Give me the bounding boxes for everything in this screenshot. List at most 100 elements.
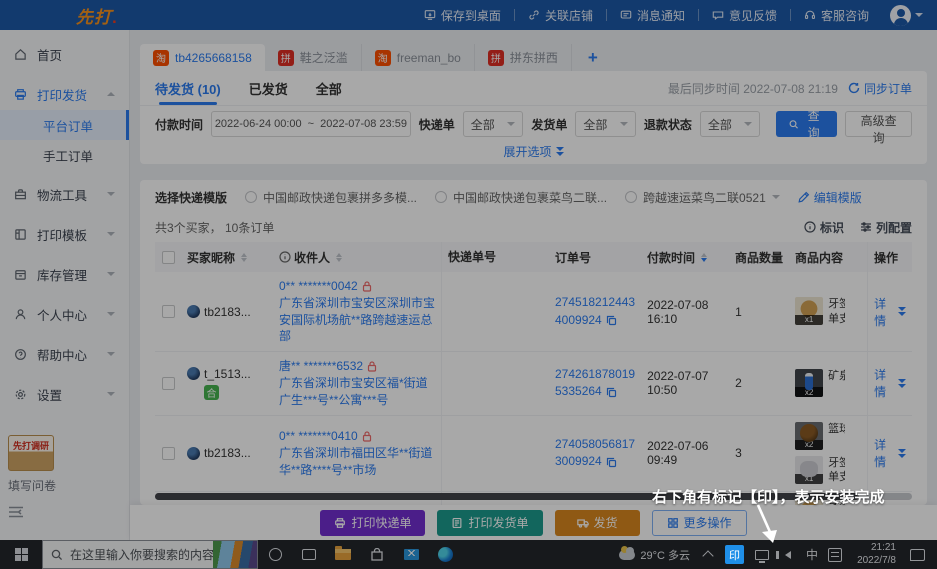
print-dispatch-button[interactable]: 打印发货单 [437,510,542,536]
mail-icon [404,549,419,560]
row-checkbox[interactable] [155,299,181,324]
more-actions-button[interactable]: 更多操作 [652,510,747,536]
avatar-icon [890,5,911,26]
file-explorer-button[interactable] [326,540,360,569]
info-circle-icon [804,221,816,233]
double-chevron-down-icon [898,307,906,316]
toolbox-icon [14,188,27,201]
template-option-1[interactable]: 中国邮政快递包裹菜鸟二联... [435,189,607,206]
search-button[interactable]: 查询 [776,111,837,137]
survey-widget[interactable]: 先打调研 填写问卷 [8,435,118,518]
product-cell: x1 牙签单支 [789,291,867,333]
row-checkbox[interactable] [155,371,181,396]
template-option-0[interactable]: 中国邮政快递包裹拼多多模... [245,189,417,206]
sidebar-item-settings[interactable]: 设置 [0,378,129,410]
sidebar-item-logistics-tools[interactable]: 物流工具 [0,178,129,210]
store-tab-1[interactable]: 拼 鞋之泛滥 [265,44,362,71]
col-tracking-no: 快递单号 [441,242,549,272]
chevron-down-icon [744,122,752,126]
col-buyer[interactable]: 买家昵称 [181,243,273,272]
sidebar-item-personal-center[interactable]: 个人中心 [0,298,129,330]
hidden-icons-chevron[interactable] [702,550,713,561]
topbar-link-stores[interactable]: 关联店铺 [515,0,606,30]
taskbar-clock[interactable]: 21:21 2022/7/8 [847,542,906,567]
buyer-cell: tb2183... [181,440,273,466]
merged-order-badge: 合 [204,385,219,400]
col-payment-time[interactable]: 付款时间 [641,243,729,272]
detail-link[interactable]: 详情 [874,436,906,470]
date-range-input[interactable]: 2022-06-24 00:00 ~ 2022-07-08 23:59 [211,111,411,137]
ime-grid-icon[interactable] [828,548,842,562]
store-tab-2[interactable]: 淘 freeman_bo [362,44,475,71]
edge-button[interactable] [428,540,462,569]
printer-icon [334,517,346,529]
sync-orders-button[interactable]: 同步订单 [848,80,912,97]
search-highlight-image[interactable] [213,541,257,568]
copy-icon[interactable] [606,457,617,468]
gear-icon [14,388,27,401]
topbar-feedback[interactable]: 意见反馈 [699,0,790,30]
sync-icon [848,82,860,94]
refund-status-label: 退款状态 [644,116,692,133]
col-recipient[interactable]: 收件人 [273,243,441,272]
task-view-button[interactable] [292,540,326,569]
store-tab-3[interactable]: 拼 拼东拼西 [475,44,572,71]
order-no-cell: 274261878019 5335264 [549,360,641,407]
tab-pending-ship[interactable]: 待发货 (10) [155,71,221,105]
row-checkbox[interactable] [155,441,181,466]
topbar-support[interactable]: 客服咨询 [791,0,882,30]
sidebar-item-home[interactable]: 首页 [0,38,129,70]
ime-language-indicator[interactable]: 中 [801,546,823,563]
sidebar-item-print-templates[interactable]: 打印模板 [0,218,129,250]
start-button[interactable] [0,540,42,569]
print-component-tray-icon[interactable]: 印 [725,545,744,564]
print-express-button[interactable]: 打印快递单 [320,510,425,536]
topbar-menu: 保存到桌面 关联店铺 消息通知 意见反馈 客服咨询 [411,0,882,30]
detail-link[interactable]: 详情 [874,295,906,329]
microsoft-store-button[interactable] [360,540,394,569]
user-avatar[interactable] [890,5,923,26]
collapse-sidebar-icon[interactable] [8,506,24,518]
topbar-notifications[interactable]: 消息通知 [607,0,698,30]
buyer-cell: t_1513... 合 [181,361,273,406]
taobao-icon: 淘 [375,50,391,66]
copy-icon[interactable] [606,387,617,398]
template-option-2[interactable]: 跨越速运菜鸟二联0521 [625,189,780,206]
refund-status-select[interactable]: 全部 [700,111,761,137]
select-all-checkbox[interactable] [155,245,181,270]
topbar-save-desktop[interactable]: 保存到桌面 [411,0,514,30]
tab-all[interactable]: 全部 [316,71,342,105]
sidebar-item-print-ship[interactable]: 打印发货 [0,78,129,110]
sidebar-item-platform-orders[interactable]: 平台订单 [0,110,129,140]
message-icon [620,9,632,21]
ship-button[interactable]: 发货 [555,510,640,536]
mail-button[interactable] [394,540,428,569]
add-store-button[interactable]: + [572,48,614,68]
expand-options-link[interactable]: 展开选项 [140,142,927,164]
chevron-down-icon [107,192,115,196]
edit-template-link[interactable]: 编辑模版 [798,189,862,206]
advanced-search-button[interactable]: 高级查询 [845,111,912,137]
copy-icon[interactable] [606,315,617,326]
store-tab-0[interactable]: 淘 tb4265668158 [140,44,265,71]
cortana-button[interactable] [258,540,292,569]
sidebar-item-manual-orders[interactable]: 手工订单 [0,140,129,170]
action-center-icon[interactable] [910,549,925,561]
quantity-cell: 3 [729,440,789,466]
mark-link[interactable]: 标识 [804,219,844,236]
question-icon [14,348,27,361]
taskbar-weather[interactable]: 29°C 多云 [611,547,698,563]
column-config-link[interactable]: 列配置 [860,219,912,236]
table-row: tb2183... 0** *******0410 广东省深圳市福田区华**街道… [155,416,912,493]
sidebar-item-inventory[interactable]: 库存管理 [0,258,129,290]
survey-link[interactable]: 填写问卷 [8,477,118,494]
detail-link[interactable]: 详情 [874,366,906,400]
sidebar-item-help-center[interactable]: 帮助中心 [0,338,129,370]
payment-time-cell: 2022-07-07 10:50 [641,363,729,403]
survey-envelope-icon: 先打调研 [8,435,54,471]
tab-shipped[interactable]: 已发货 [249,71,288,105]
chevron-down-icon [107,272,115,276]
dispatch-sheet-select[interactable]: 全部 [575,111,636,137]
taskbar-search-input[interactable]: 在这里输入你要搜索的内容 [42,540,258,569]
express-sheet-select[interactable]: 全部 [463,111,524,137]
